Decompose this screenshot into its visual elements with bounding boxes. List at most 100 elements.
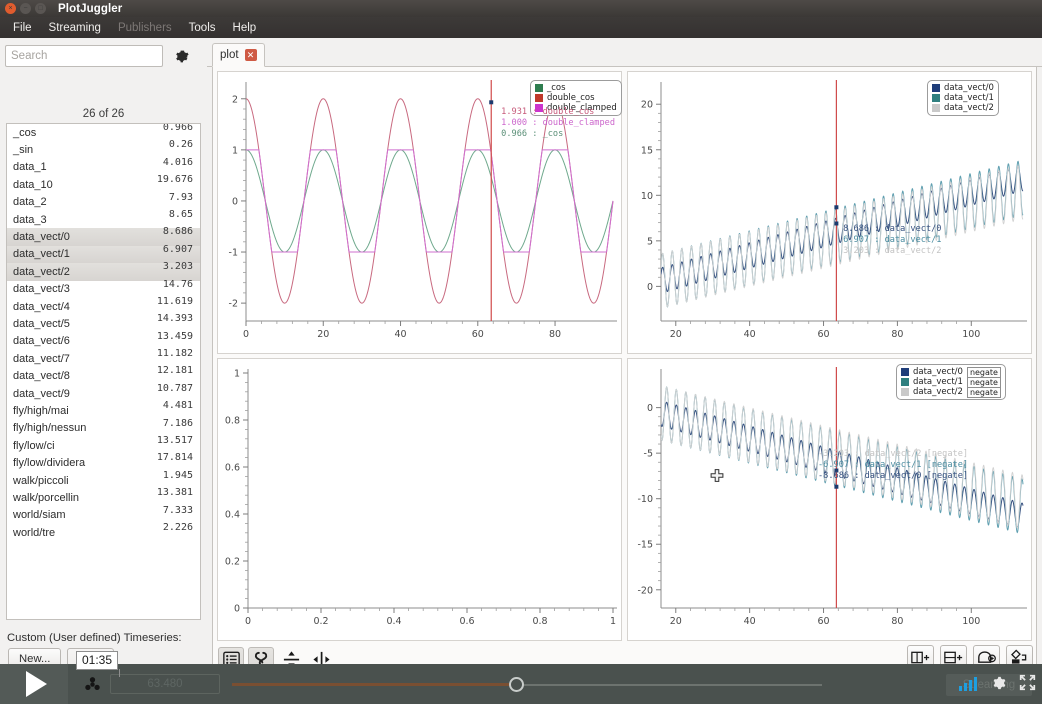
list-item-name: data_vect/2 xyxy=(13,265,70,278)
svg-text:0.6: 0.6 xyxy=(459,616,474,627)
legend-label: data_vect/1 xyxy=(913,377,963,387)
gear-icon[interactable] xyxy=(169,45,193,68)
series-count-label: 26 of 26 xyxy=(82,108,125,120)
search-input[interactable]: Search xyxy=(5,45,163,67)
chart-bottom-left[interactable]: 0 0.2 0.4 0.6 0.8 1 0 0.2 0.4 0.6 0.8 1 xyxy=(217,358,622,641)
list-item-value: 0.966 xyxy=(162,123,193,133)
svg-text:0: 0 xyxy=(647,403,653,414)
legend-swatch xyxy=(901,368,909,376)
svg-text:0: 0 xyxy=(245,616,251,627)
legend-entry: data_vect/0 xyxy=(932,83,994,93)
svg-text:-20: -20 xyxy=(637,585,653,596)
legend-entry: data_vect/1 negate xyxy=(901,376,1001,388)
svg-text:100: 100 xyxy=(962,329,980,340)
list-item-value: 14.76 xyxy=(162,278,193,290)
signal-bars-icon[interactable] xyxy=(959,677,977,691)
tracker-values-top-right: 8.686 : data_vect/0 6.907 : data_vect/1 … xyxy=(838,224,941,257)
list-item-name: data_vect/5 xyxy=(13,317,70,330)
legend-label: data_vect/0 xyxy=(944,83,994,93)
maximize-window-button[interactable]: □ xyxy=(35,3,46,14)
svg-text:-10: -10 xyxy=(637,494,653,505)
play-icon[interactable] xyxy=(0,664,68,704)
svg-text:0: 0 xyxy=(243,329,249,340)
tracker-entry: 3.203 : data_vect/2 xyxy=(838,246,942,256)
list-item-name: world/tre xyxy=(13,526,56,539)
list-item-value: 3.203 xyxy=(162,261,193,273)
svg-text:60: 60 xyxy=(817,329,829,340)
list-item-value: 0.26 xyxy=(168,139,193,151)
tracker-values-bottom-right: -3.203 : data_vect/2 [negate] -6.907 : da… xyxy=(818,449,968,482)
legend-entry: double_cos xyxy=(535,93,617,103)
crosshair-cursor xyxy=(710,469,724,483)
list-item-name: data_vect/0 xyxy=(13,231,70,244)
close-icon[interactable]: ✕ xyxy=(244,49,257,61)
list-item-value: 11.619 xyxy=(156,295,193,307)
legend-label: data_vect/1 xyxy=(944,93,994,103)
svg-text:40: 40 xyxy=(744,616,756,627)
list-item-value: 17.814 xyxy=(156,452,193,464)
list-item-value: 12.181 xyxy=(156,365,193,377)
list-item-name: data_vect/7 xyxy=(13,352,70,365)
list-item-name: data_10 xyxy=(13,178,53,191)
plot-canvas-area: -2 -1 0 1 2 0 20 40 60 80 _cos double_cos double_cl… xyxy=(212,67,1037,675)
menu-streaming[interactable]: Streaming xyxy=(42,20,108,36)
svg-text:80: 80 xyxy=(891,616,903,627)
tracker-entry: -6.907 : data_vect/1 [negate] xyxy=(818,460,969,470)
list-item-name: fly/high/mai xyxy=(13,404,69,417)
timeline-knob[interactable] xyxy=(509,677,524,692)
svg-text:20: 20 xyxy=(641,100,653,111)
list-item-name: _sin xyxy=(13,144,34,157)
legend-entry: _cos xyxy=(535,83,617,93)
list-item-value: 8.686 xyxy=(162,226,193,238)
minimize-window-button[interactable]: − xyxy=(20,3,31,14)
svg-text:1: 1 xyxy=(234,369,240,380)
player-right-controls xyxy=(959,664,1036,704)
player-settings-icon[interactable] xyxy=(82,674,102,694)
list-item-value: 11.182 xyxy=(156,348,193,360)
svg-text:2: 2 xyxy=(232,94,238,105)
list-item-name: data_vect/1 xyxy=(13,248,70,261)
legend-entry: data_vect/1 xyxy=(932,93,994,103)
tab-plot-label: plot xyxy=(220,49,239,61)
list-item-name: data_3 xyxy=(13,213,47,226)
timeline-progress xyxy=(232,683,517,686)
svg-text:-2: -2 xyxy=(229,299,238,310)
legend-swatch xyxy=(932,84,940,92)
chart-top-right[interactable]: 0 5 10 15 20 20 40 60 80 100 data_vect/0 data_vect… xyxy=(627,71,1032,354)
legend-entry: data_vect/2 xyxy=(932,103,994,113)
gear-icon[interactable] xyxy=(989,674,1007,695)
legend-entry: data_vect/2 negate xyxy=(901,386,1001,398)
tracker-entry: 6.907 : data_vect/1 xyxy=(838,235,942,245)
plot-panel: plot ✕ -2 -1 0 1 2 0 20 40 60 80 _cos double_cos do… xyxy=(207,38,1042,680)
time-value-field[interactable]: 63.480 xyxy=(110,674,220,694)
tracker-entry: 8.686 : data_vect/0 xyxy=(838,224,942,234)
list-item-value: 4.481 xyxy=(162,400,193,412)
menu-bar: File Streaming Publishers Tools Help xyxy=(0,17,1042,38)
svg-text:20: 20 xyxy=(670,616,682,627)
sidebar: Search 26 of 26 _cos 0.966 _sin 0.26 data_1 4… xyxy=(0,38,207,704)
close-window-button[interactable]: × xyxy=(5,3,16,14)
list-item[interactable]: world/tre 2.226 xyxy=(7,521,200,541)
legend-swatch xyxy=(535,84,543,92)
list-item-value: 1.945 xyxy=(162,469,193,481)
menu-help[interactable]: Help xyxy=(226,20,264,36)
list-item-name: fly/low/dividera xyxy=(13,457,86,470)
fullscreen-icon[interactable] xyxy=(1019,674,1036,694)
tab-plot[interactable]: plot ✕ xyxy=(212,43,265,67)
list-item-value: 19.676 xyxy=(156,174,193,186)
menu-file[interactable]: File xyxy=(6,20,39,36)
timeseries-list[interactable]: _cos 0.966 _sin 0.26 data_1 4.016 data_10 19.67… xyxy=(6,123,201,620)
legend-transform-chip: negate xyxy=(966,386,1001,398)
svg-text:40: 40 xyxy=(744,329,756,340)
list-item-value: 7.186 xyxy=(162,417,193,429)
list-item-value: 2.226 xyxy=(162,521,193,533)
tab-strip: plot ✕ xyxy=(207,43,1042,67)
chart-bottom-right[interactable]: -20 -15 -10 -5 0 20 40 60 80 100 data_vect/0 negat… xyxy=(627,358,1032,641)
chart-top-left[interactable]: -2 -1 0 1 2 0 20 40 60 80 _cos double_cos double_cl… xyxy=(217,71,622,354)
plot-grid: -2 -1 0 1 2 0 20 40 60 80 _cos double_cos double_cl… xyxy=(217,71,1032,641)
list-item-value: 10.787 xyxy=(156,382,193,394)
legend-label: _cos xyxy=(547,83,566,93)
menu-tools[interactable]: Tools xyxy=(182,20,223,36)
list-item-name: data_1 xyxy=(13,161,47,174)
timeline-slider[interactable] xyxy=(232,675,822,693)
